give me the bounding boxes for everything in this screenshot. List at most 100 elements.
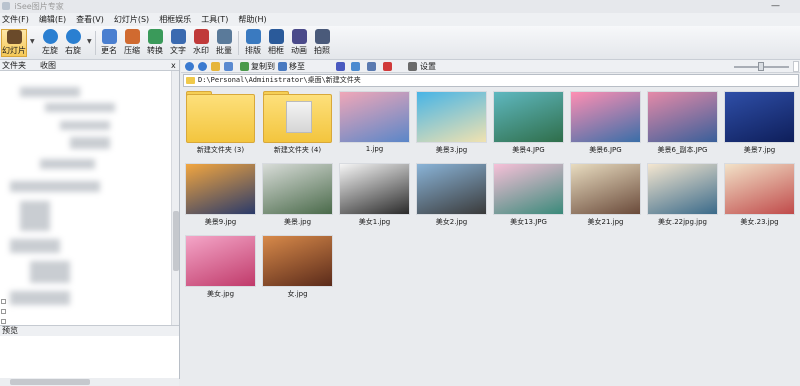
thumbnail-image xyxy=(570,163,641,215)
tab-folders[interactable]: 文件夹 xyxy=(2,60,26,71)
compress-button[interactable]: 压缩 xyxy=(120,29,144,57)
left-panel: 文件夹 收图 x 预览 xyxy=(0,60,180,386)
thumbnail-caption: 美景6.JPG xyxy=(589,146,622,154)
frame-icon xyxy=(268,29,284,44)
delete-icon[interactable] xyxy=(383,62,392,71)
image-thumbnail[interactable]: 美景.jpg xyxy=(260,161,335,229)
forward-icon[interactable] xyxy=(198,62,207,71)
app-title: iSee图片专家 xyxy=(14,2,64,11)
image-thumbnail[interactable]: 美景4.JPG xyxy=(491,89,566,157)
image-thumbnail[interactable]: 美女.23.jpg xyxy=(722,161,797,229)
image-thumbnail[interactable]: 美女.jpg xyxy=(183,233,258,301)
thumbnail-caption: 美景7.jpg xyxy=(743,146,776,154)
rename-button[interactable]: 更名 xyxy=(97,29,121,57)
thumbnail-image xyxy=(647,163,718,215)
thumbnail-caption: 新建文件夹 (4) xyxy=(273,146,322,154)
watermark-icon xyxy=(193,29,209,44)
folder-icon xyxy=(186,77,195,84)
convert-button[interactable]: 转换 xyxy=(143,29,167,57)
thumbnail-caption: 美女13.JPG xyxy=(510,218,547,226)
thumbnail-image xyxy=(724,91,795,143)
menu-help[interactable]: 帮助(H) xyxy=(238,14,266,25)
folder-thumbnail[interactable]: 新建文件夹 (4) xyxy=(260,89,335,157)
thumbnail-image xyxy=(416,163,487,215)
image-thumbnail[interactable]: 美女1.jpg xyxy=(337,161,412,229)
copy-to-button[interactable]: 复制到 xyxy=(251,60,275,73)
folder-preview-photo xyxy=(286,101,312,133)
image-thumbnail[interactable]: 美女.22jpg.jpg xyxy=(645,161,720,229)
thumbnail-caption: 美女1.jpg xyxy=(358,218,391,226)
rotate-dropdown-icon[interactable]: ▼ xyxy=(87,38,92,45)
menu-slideshow[interactable]: 幻灯片(S) xyxy=(114,14,149,25)
camera-button[interactable]: 拍照 xyxy=(310,29,334,57)
frame-button[interactable]: 相框 xyxy=(264,29,288,57)
animation-icon xyxy=(291,29,307,44)
thumbnail-image xyxy=(339,91,410,143)
text-button[interactable]: 文字 xyxy=(166,29,190,57)
paste-icon[interactable] xyxy=(367,62,376,71)
image-thumbnail[interactable]: 美女2.jpg xyxy=(414,161,489,229)
batch-icon xyxy=(216,29,232,44)
image-thumbnail[interactable]: 美女21.jpg xyxy=(568,161,643,229)
compress-icon xyxy=(124,29,140,44)
tree-expand-icon[interactable] xyxy=(1,299,6,304)
image-thumbnail[interactable]: 美景6_副本.JPG xyxy=(645,89,720,157)
minimize-button[interactable]: — xyxy=(771,0,780,13)
thumbnail-grid: 新建文件夹 (3) 新建文件夹 (4) 1.jpg 美景3.jpg 美景4.JPG 美景6… xyxy=(181,88,800,379)
menu-edit[interactable]: 编辑(E) xyxy=(39,14,66,25)
menu-file[interactable]: 文件(F) xyxy=(2,14,29,25)
move-to-icon xyxy=(278,62,287,71)
image-thumbnail[interactable]: 1.jpg xyxy=(337,89,412,157)
thumbnail-image xyxy=(570,91,641,143)
rotate-right-button[interactable]: 右旋 xyxy=(61,29,85,57)
thumbnail-caption: 美女.22jpg.jpg xyxy=(657,218,708,226)
tab-collection[interactable]: 收图 xyxy=(40,60,56,71)
image-thumbnail[interactable]: 美景7.jpg xyxy=(722,89,797,157)
tree-hscrollbar[interactable] xyxy=(0,378,179,386)
browser-toolbar: 复制到 移至 设置 xyxy=(181,60,800,73)
thumbnail-caption: 美女.jpg xyxy=(206,290,235,298)
convert-icon xyxy=(147,29,163,44)
folder-thumbnail[interactable]: 新建文件夹 (3) xyxy=(183,89,258,157)
folder-tree[interactable] xyxy=(0,71,171,326)
batch-button[interactable]: 批量 xyxy=(212,29,236,57)
tree-expand-icon[interactable] xyxy=(1,309,6,314)
image-thumbnail[interactable]: 美景6.JPG xyxy=(568,89,643,157)
back-icon[interactable] xyxy=(185,62,194,71)
slideshow-button[interactable]: 幻灯片 xyxy=(1,29,27,57)
path-bar[interactable]: D:\Personal\Administrator\桌面\新建文件夹 xyxy=(183,74,799,87)
settings-button[interactable]: 设置 xyxy=(420,60,436,73)
image-thumbnail[interactable]: 美景3.jpg xyxy=(414,89,489,157)
menu-view[interactable]: 查看(V) xyxy=(76,14,104,25)
view-mode-icon[interactable] xyxy=(224,62,233,71)
thumbnail-caption: 美景9.jpg xyxy=(204,218,237,226)
image-thumbnail[interactable]: 美女13.JPG xyxy=(491,161,566,229)
watermark-button[interactable]: 水印 xyxy=(189,29,213,57)
thumbnail-caption: 美景4.JPG xyxy=(512,146,545,154)
tree-expand-icon[interactable] xyxy=(1,319,6,324)
close-panel-button[interactable]: x xyxy=(171,60,176,71)
thumbnail-image xyxy=(416,91,487,143)
cut-icon[interactable] xyxy=(336,62,345,71)
up-folder-icon[interactable] xyxy=(211,62,220,71)
text-icon xyxy=(170,29,186,44)
thumbnail-caption: 美女21.jpg xyxy=(587,218,624,226)
menu-tools[interactable]: 工具(T) xyxy=(201,14,228,25)
settings-icon xyxy=(408,62,417,71)
layout-button[interactable]: 排版 xyxy=(241,29,265,57)
menu-bar: 文件(F) 编辑(E) 查看(V) 幻灯片(S) 相框娱乐 工具(T) 帮助(H… xyxy=(0,13,800,26)
tree-scrollbar[interactable] xyxy=(171,71,179,326)
move-to-button[interactable]: 移至 xyxy=(289,60,305,73)
thumbnail-image xyxy=(262,235,333,287)
title-bar: iSee图片专家 — xyxy=(0,0,800,13)
thumbnail-image xyxy=(647,91,718,143)
main-toolbar: 幻灯片 ▼ 左旋 右旋 ▼ 更名 压缩 转换 文字 水印 批量 排版 相框 动画… xyxy=(0,26,800,60)
zoom-slider-knob[interactable] xyxy=(758,62,764,71)
image-thumbnail[interactable]: 女.jpg xyxy=(260,233,335,301)
image-thumbnail[interactable]: 美景9.jpg xyxy=(183,161,258,229)
animation-button[interactable]: 动画 xyxy=(287,29,311,57)
rotate-left-button[interactable]: 左旋 xyxy=(38,29,62,57)
menu-frame-fun[interactable]: 相框娱乐 xyxy=(159,14,191,25)
slideshow-dropdown-icon[interactable]: ▼ xyxy=(30,38,35,45)
copy-icon[interactable] xyxy=(351,62,360,71)
